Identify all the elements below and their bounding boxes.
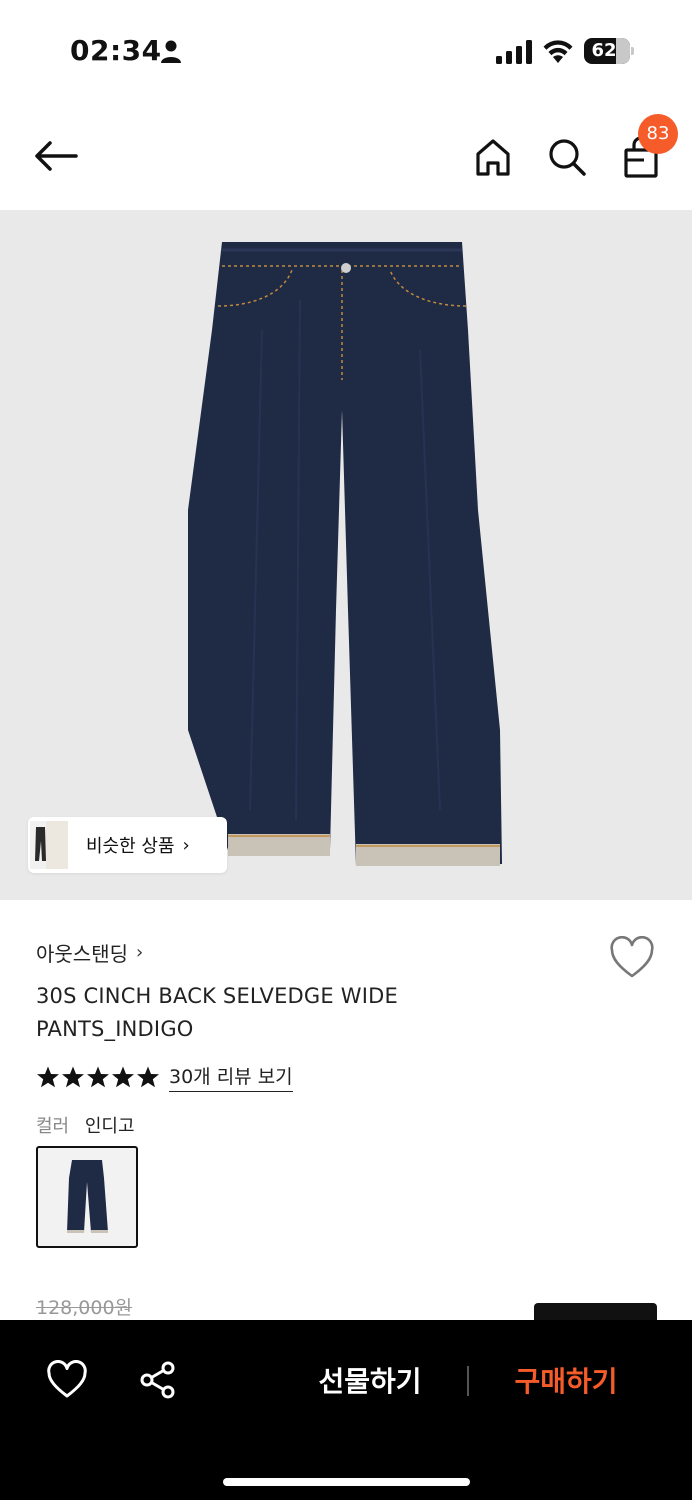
similar-thumb-2 xyxy=(46,821,68,869)
divider xyxy=(467,1366,469,1396)
similar-products-label: 비슷한 상품 xyxy=(86,836,175,857)
color-label: 컬러 xyxy=(36,1116,70,1137)
heart-icon[interactable] xyxy=(46,1360,88,1400)
star-icon xyxy=(37,1066,59,1088)
status-bar: 02:34 62 xyxy=(0,0,692,100)
back-arrow-icon xyxy=(35,141,78,171)
product-title: 30S CINCH BACK SELVEDGE WIDE PANTS_INDIG… xyxy=(36,984,398,1041)
signal-icon xyxy=(496,40,532,64)
similar-thumbnails xyxy=(28,817,72,873)
star-icon xyxy=(112,1066,134,1088)
battery-level: 62 xyxy=(591,40,617,61)
brand-link[interactable]: 아웃스탠딩 › xyxy=(36,938,143,967)
jeans-illustration xyxy=(188,242,502,866)
bottom-action-bar: 선물하기 구매하기 xyxy=(0,1320,692,1500)
status-time: 02:34 xyxy=(70,34,162,67)
wifi-icon xyxy=(543,40,573,63)
chevron-right-icon: › xyxy=(136,942,144,963)
color-row: 컬러 인디고 xyxy=(36,1112,135,1138)
star-icon xyxy=(137,1066,159,1088)
top-nav xyxy=(0,100,692,210)
original-price: 128,000원 xyxy=(36,1297,133,1319)
battery-icon: 62 xyxy=(584,38,634,64)
star-icon xyxy=(87,1066,109,1088)
star-icon xyxy=(62,1066,84,1088)
buy-button[interactable]: 구매하기 xyxy=(496,1360,636,1404)
brand-name: 아웃스탠딩 xyxy=(36,942,128,966)
cart-count-badge: 83 xyxy=(638,114,678,154)
battery-body: 62 xyxy=(584,38,630,64)
review-link[interactable]: 30개 리뷰 보기 xyxy=(169,1062,293,1092)
color-value: 인디고 xyxy=(84,1116,135,1137)
similar-products-button[interactable]: 비슷한 상품 › xyxy=(28,817,227,873)
person-icon xyxy=(161,40,181,63)
battery-nub xyxy=(631,47,634,55)
rating-row: 30개 리뷰 보기 xyxy=(36,1062,293,1092)
search-icon[interactable] xyxy=(544,134,590,180)
back-button[interactable] xyxy=(30,134,82,178)
color-swatch-indigo[interactable] xyxy=(36,1146,138,1248)
home-indicator[interactable] xyxy=(223,1478,470,1486)
rating-stars xyxy=(36,1065,161,1089)
heart-icon[interactable] xyxy=(608,936,656,980)
share-icon[interactable] xyxy=(138,1360,178,1400)
chevron-right-icon: › xyxy=(182,834,190,856)
gift-button[interactable]: 선물하기 xyxy=(300,1360,440,1404)
swatch-jeans-image xyxy=(67,1160,108,1233)
home-icon[interactable] xyxy=(470,134,516,180)
product-image[interactable]: 비슷한 상품 › xyxy=(0,210,692,900)
